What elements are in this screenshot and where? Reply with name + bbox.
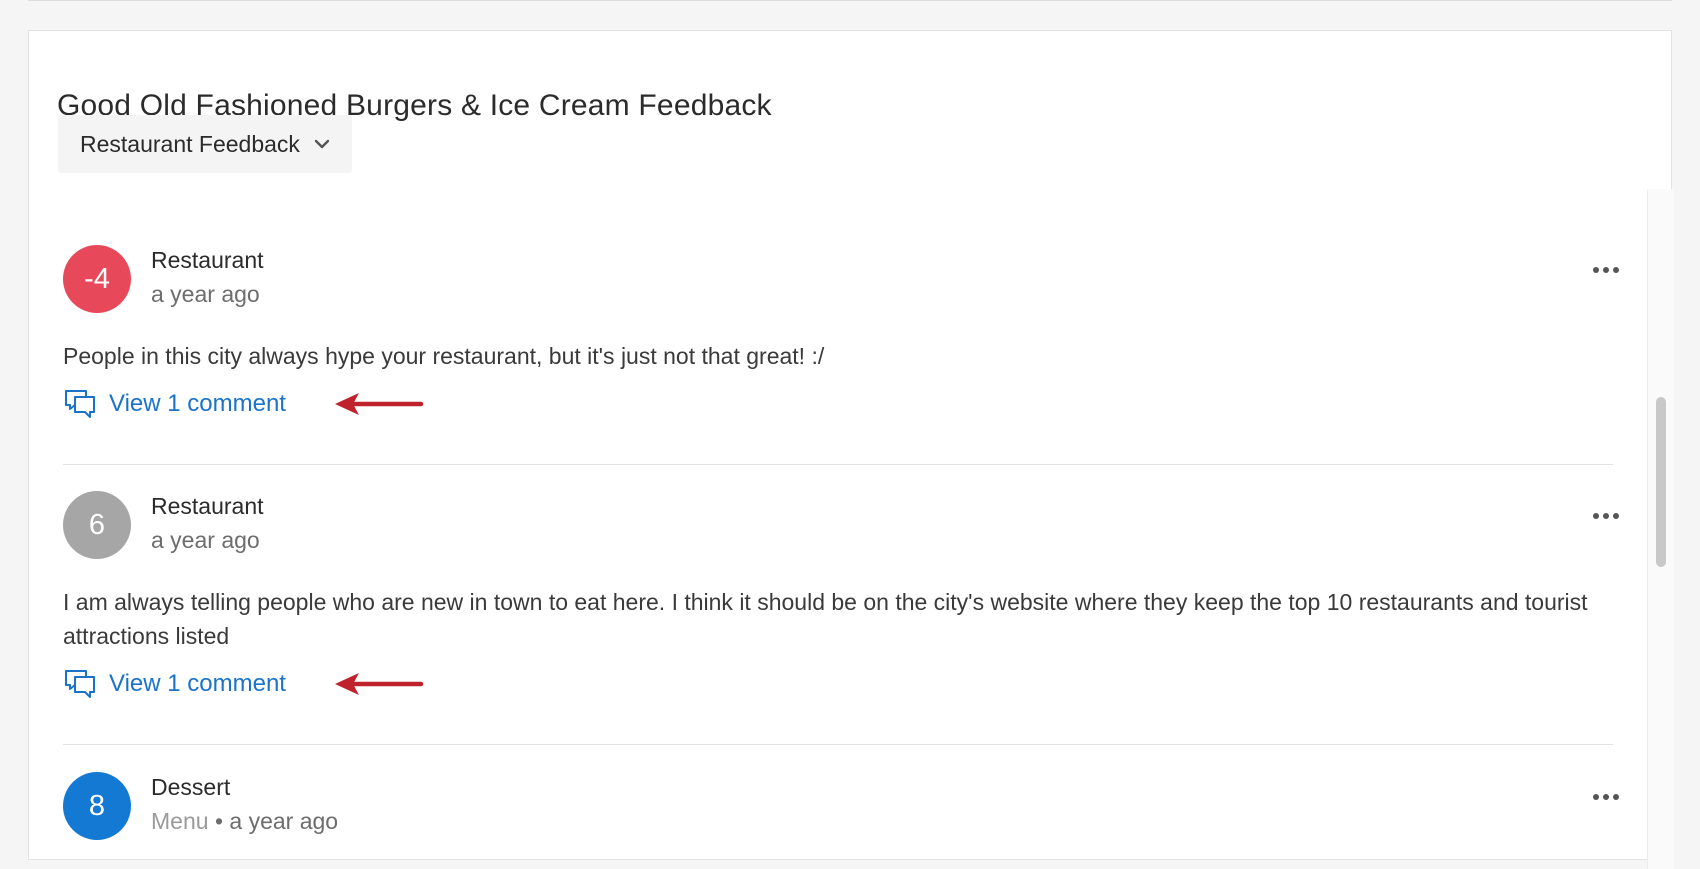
post-meta: a year ago: [151, 281, 260, 308]
post-time: a year ago: [151, 527, 260, 553]
post-author: Dessert: [151, 774, 231, 800]
previous-card-edge: [28, 0, 1672, 1]
feedback-post: -4 Restaurant a year ago People in this …: [63, 245, 1619, 425]
post-divider: [63, 744, 1613, 745]
comments-icon: [63, 387, 97, 421]
annotation-arrow: [335, 393, 424, 415]
chevron-down-icon: [314, 139, 330, 149]
feedback-post: 6 Restaurant a year ago I am always tell…: [63, 491, 1619, 701]
meta-separator: •: [214, 808, 223, 834]
post-author: Restaurant: [151, 247, 264, 273]
feed-scrollbar[interactable]: [1647, 189, 1674, 869]
score-badge: 8: [63, 772, 131, 840]
annotation-arrow: [335, 673, 424, 695]
post-text: People in this city always hype your res…: [63, 343, 825, 369]
feedback-card: Good Old Fashioned Burgers & Ice Cream F…: [28, 30, 1674, 869]
post-meta: a year ago: [151, 527, 260, 554]
feedback-type-dropdown[interactable]: Restaurant Feedback: [58, 115, 352, 173]
more-options-icon[interactable]: [1593, 267, 1619, 273]
post-time: a year ago: [151, 281, 260, 307]
score-badge: -4: [63, 245, 131, 313]
post-text: I am always telling people who are new i…: [63, 589, 1588, 649]
dropdown-label: Restaurant Feedback: [80, 130, 300, 157]
post-meta: Menu • a year ago: [151, 808, 338, 835]
post-category: Menu: [151, 808, 209, 834]
view-comments-link[interactable]: View 1 comment: [63, 667, 286, 701]
scrollbar-thumb[interactable]: [1656, 397, 1666, 567]
post-time: a year ago: [229, 808, 339, 834]
feedback-post: 8 Dessert Menu • a year ago: [63, 772, 1619, 869]
more-options-icon[interactable]: [1593, 794, 1619, 800]
score-badge: 6: [63, 491, 131, 559]
view-comments-link[interactable]: View 1 comment: [63, 387, 286, 421]
more-options-icon[interactable]: [1593, 513, 1619, 519]
post-author: Restaurant: [151, 493, 264, 519]
view-comments-label: View 1 comment: [109, 670, 286, 697]
feedback-feed: -4 Restaurant a year ago People in this …: [29, 189, 1647, 869]
post-divider: [63, 464, 1613, 465]
comments-icon: [63, 667, 97, 701]
view-comments-label: View 1 comment: [109, 390, 286, 417]
